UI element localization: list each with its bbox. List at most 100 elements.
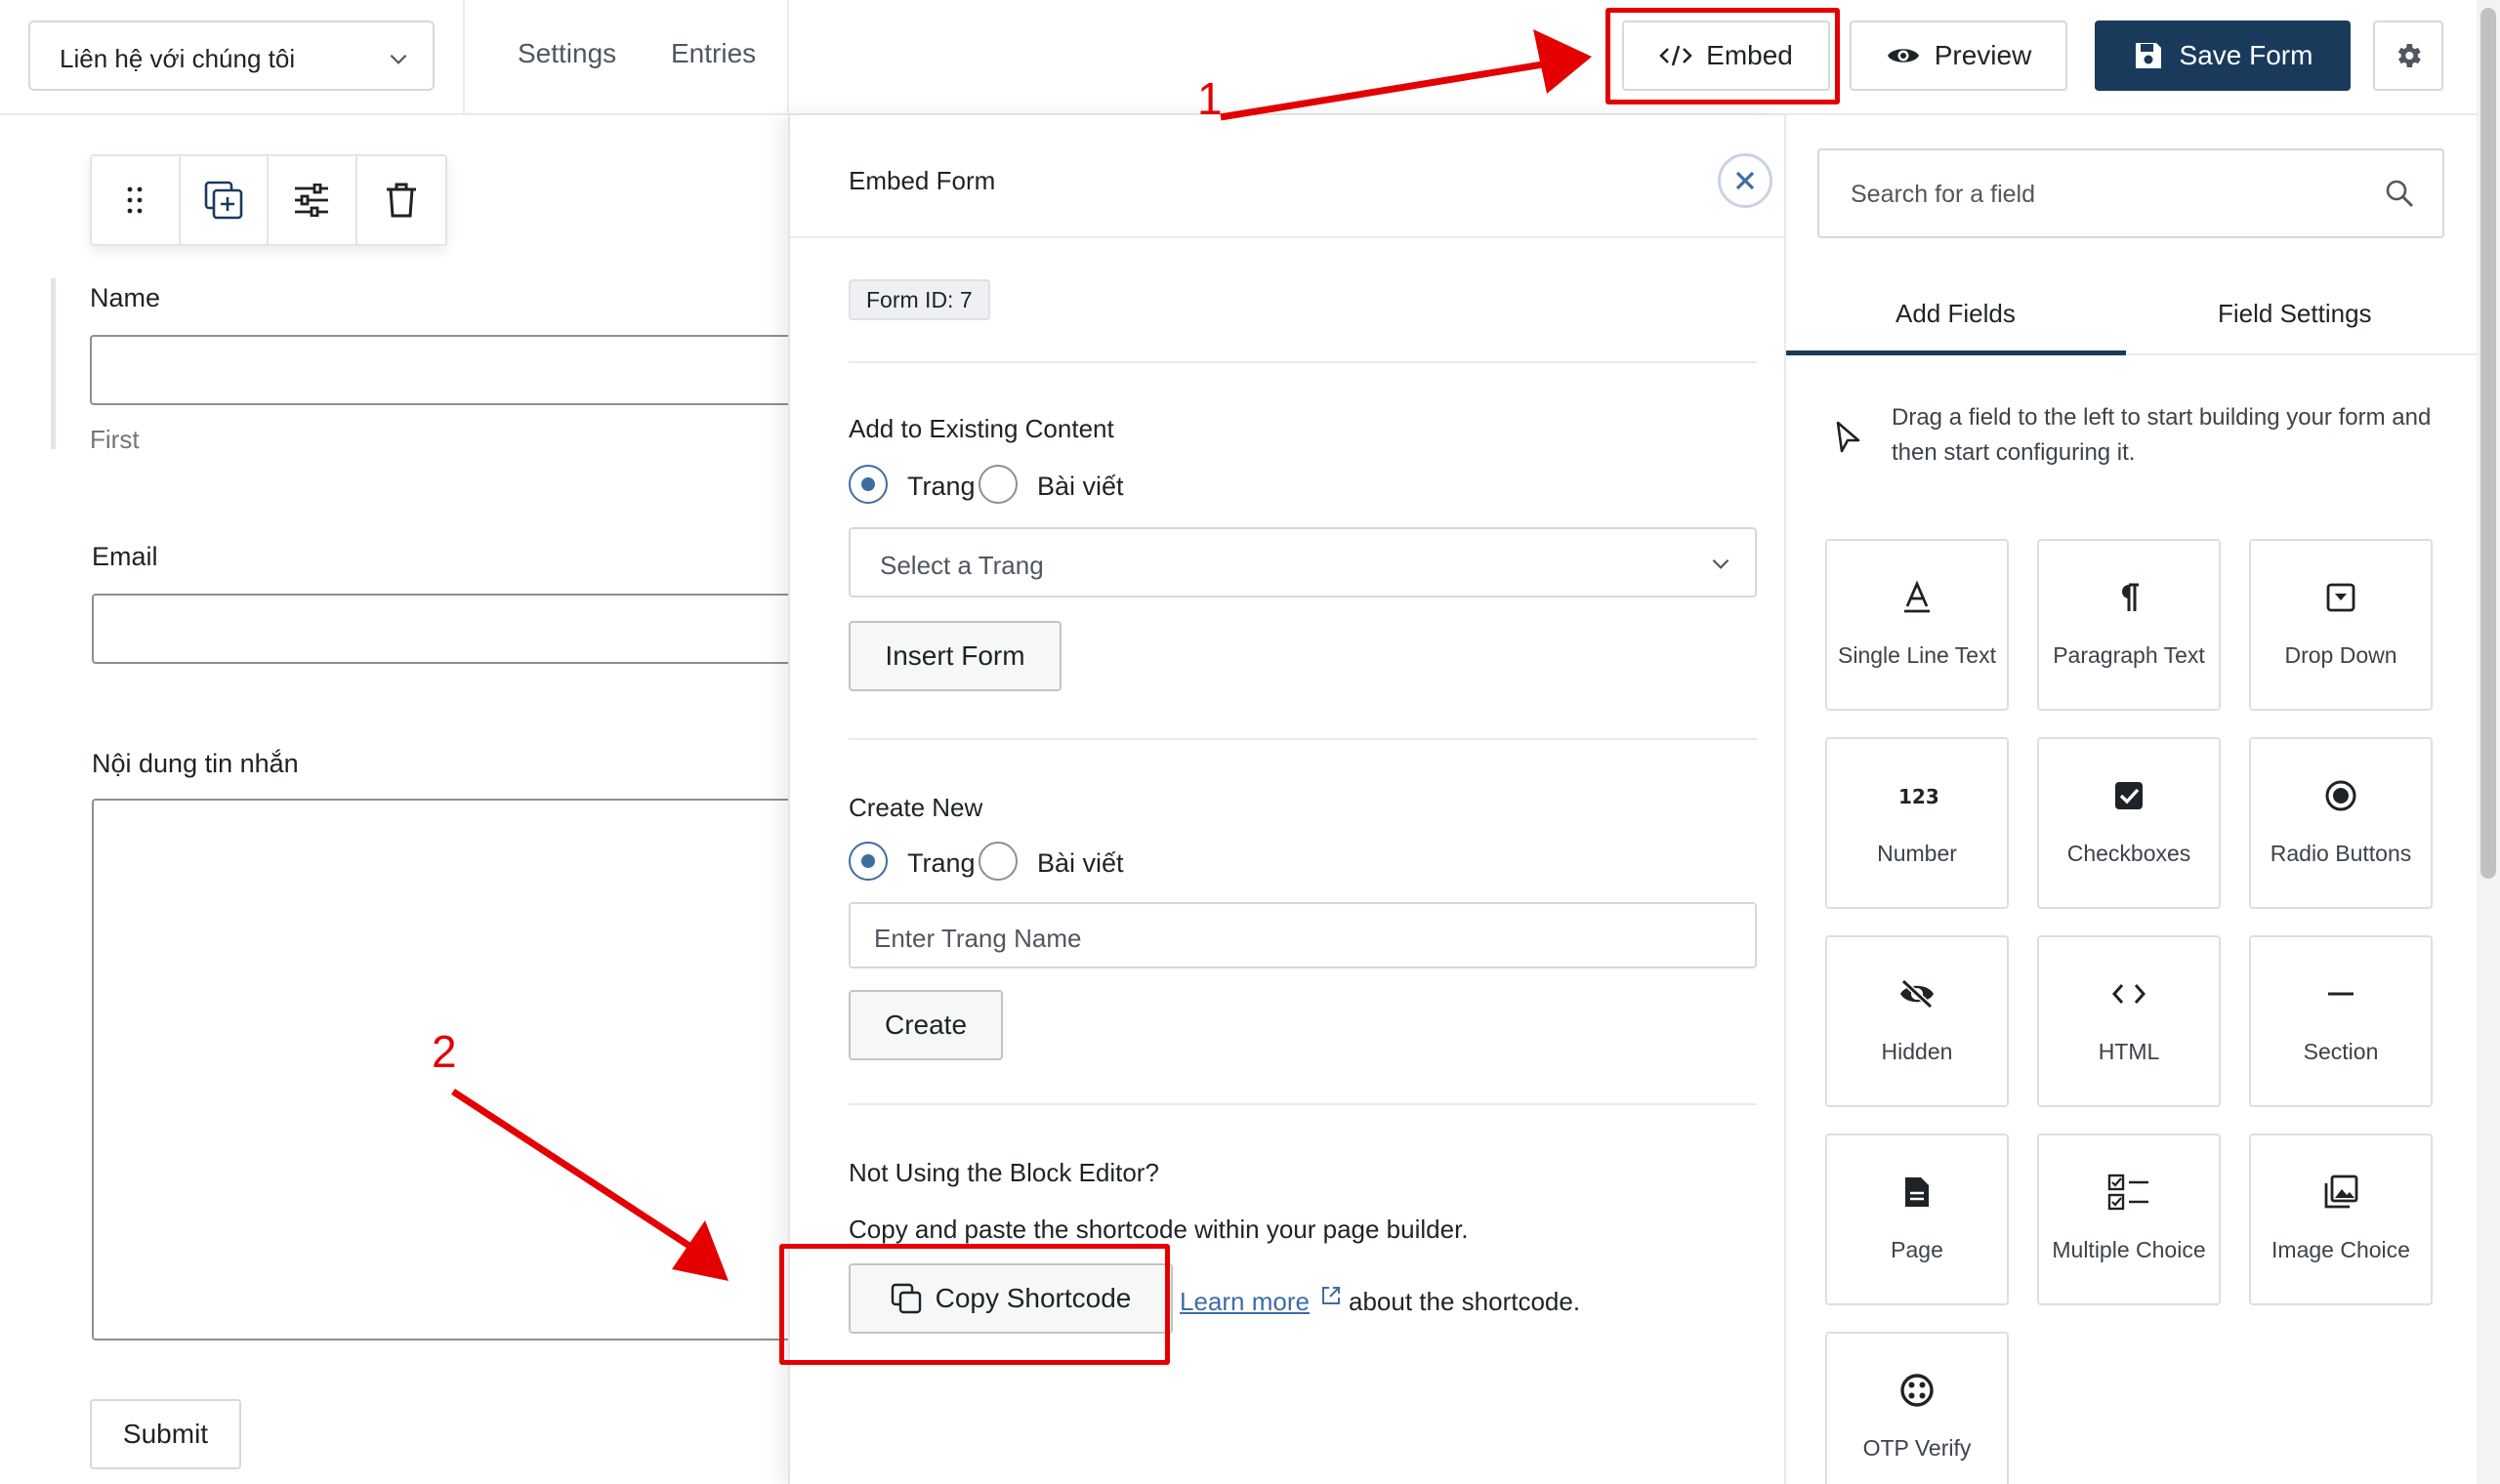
preview-button[interactable]: Preview bbox=[1850, 21, 2067, 91]
field-tile-label: Radio Buttons bbox=[2270, 841, 2412, 866]
tab-add-fields[interactable]: Add Fields bbox=[1896, 299, 2016, 329]
cursor-pointer-icon bbox=[1835, 420, 1862, 455]
chevron-down-icon bbox=[386, 46, 411, 71]
divider bbox=[787, 0, 789, 115]
create-radio-page[interactable] bbox=[849, 842, 888, 881]
page-icon bbox=[1903, 1173, 1931, 1212]
create-button[interactable]: Create bbox=[849, 990, 1003, 1060]
submit-button[interactable]: Submit bbox=[90, 1399, 241, 1469]
trash-icon bbox=[385, 182, 418, 219]
existing-radio-page-label: Trang bbox=[907, 472, 976, 501]
divider bbox=[849, 738, 1757, 740]
learn-more-link[interactable]: Learn more bbox=[1180, 1287, 1310, 1317]
field-options-button[interactable] bbox=[269, 156, 357, 244]
entries-link[interactable]: Entries bbox=[671, 38, 756, 69]
minus-icon bbox=[2326, 974, 2355, 1013]
field-tile-radio-buttons[interactable]: Radio Buttons bbox=[2249, 737, 2433, 909]
field-tile-page[interactable]: Page bbox=[1825, 1134, 2009, 1305]
name-first-input[interactable] bbox=[90, 335, 803, 405]
close-panel-button[interactable] bbox=[1718, 153, 1772, 208]
otp-icon bbox=[1899, 1371, 1935, 1410]
field-tile-single-line-text[interactable]: Single Line Text bbox=[1825, 539, 2009, 711]
scrollbar-thumb[interactable] bbox=[2480, 8, 2496, 879]
form-selector-label: Liên hệ với chúng tôi bbox=[60, 44, 296, 73]
divider bbox=[849, 1103, 1757, 1105]
gear-icon bbox=[2393, 40, 2424, 71]
tab-field-settings[interactable]: Field Settings bbox=[2218, 299, 2372, 329]
embed-button[interactable]: Embed bbox=[1622, 21, 1830, 91]
duplicate-field-button[interactable] bbox=[181, 156, 269, 244]
floppy-disk-icon bbox=[2133, 40, 2164, 71]
number-icon: 123 bbox=[1896, 776, 1938, 815]
text-icon bbox=[1901, 578, 1933, 617]
settings-link[interactable]: Settings bbox=[518, 38, 616, 69]
field-tile-label: Drop Down bbox=[2284, 642, 2397, 668]
existing-radio-page[interactable] bbox=[849, 465, 888, 504]
existing-radio-post[interactable] bbox=[979, 465, 1018, 504]
field-tile-hidden[interactable]: Hidden bbox=[1825, 935, 2009, 1107]
embed-label: Embed bbox=[1706, 40, 1793, 70]
panel-title: Embed Form bbox=[849, 166, 996, 195]
field-tile-label: Paragraph Text bbox=[2053, 642, 2205, 668]
field-sidebar: Search for a field Add Fields Field Sett… bbox=[1784, 115, 2500, 1484]
field-tile-html[interactable]: HTML bbox=[2037, 935, 2221, 1107]
drag-handle[interactable] bbox=[92, 156, 181, 244]
copy-shortcode-label: Copy Shortcode bbox=[935, 1283, 1132, 1313]
embed-form-panel: Embed Form Form ID: 7 Add to Existing Co… bbox=[788, 115, 1786, 1484]
field-tile-label: HTML bbox=[2098, 1039, 2160, 1064]
search-icon bbox=[2384, 178, 2415, 209]
message-field-label: Nội dung tin nhắn bbox=[92, 749, 299, 778]
drag-dots-icon bbox=[125, 185, 145, 216]
code-icon bbox=[1659, 42, 1692, 69]
checkbox-icon bbox=[2113, 776, 2145, 815]
field-search-placeholder: Search for a field bbox=[1851, 181, 2035, 208]
form-selector[interactable]: Liên hệ với chúng tôi bbox=[28, 21, 435, 91]
copy-icon bbox=[891, 1283, 922, 1314]
multiple-choice-icon bbox=[2107, 1173, 2150, 1212]
learn-more-label: Learn more bbox=[1180, 1287, 1310, 1316]
create-radio-post[interactable] bbox=[979, 842, 1018, 881]
insert-form-button[interactable]: Insert Form bbox=[849, 621, 1062, 691]
create-new-heading: Create New bbox=[849, 793, 983, 822]
annotation-number-1: 1 bbox=[1197, 73, 1223, 124]
svg-text:123: 123 bbox=[1898, 785, 1938, 808]
existing-content-heading: Add to Existing Content bbox=[849, 414, 1114, 443]
preview-label: Preview bbox=[1934, 40, 2032, 70]
field-tile-label: Checkboxes bbox=[2066, 841, 2191, 866]
delete-field-button[interactable] bbox=[357, 156, 445, 244]
field-toolbar bbox=[90, 154, 447, 246]
field-tile-number[interactable]: 123 Number bbox=[1825, 737, 2009, 909]
shortcode-description: Copy and paste the shortcode within your… bbox=[849, 1215, 1469, 1244]
field-tile-paragraph-text[interactable]: Paragraph Text bbox=[2037, 539, 2221, 711]
radio-icon bbox=[2324, 776, 2357, 815]
field-tile-drop-down[interactable]: Drop Down bbox=[2249, 539, 2433, 711]
page-name-input[interactable]: Enter Trang Name bbox=[849, 902, 1757, 969]
field-tile-multiple-choice[interactable]: Multiple Choice bbox=[2037, 1134, 2221, 1305]
eye-icon bbox=[1886, 43, 1921, 68]
divider bbox=[463, 0, 465, 115]
select-page-placeholder: Select a Trang bbox=[880, 551, 1044, 580]
selected-field-indicator bbox=[51, 278, 56, 449]
field-tile-section[interactable]: Section bbox=[2249, 935, 2433, 1107]
active-tab-indicator bbox=[1786, 350, 2126, 355]
settings-gear-button[interactable] bbox=[2373, 21, 2443, 91]
sliders-icon bbox=[293, 184, 330, 217]
existing-radio-post-label: Bài viết bbox=[1037, 472, 1124, 501]
field-tile-checkboxes[interactable]: Checkboxes bbox=[2037, 737, 2221, 909]
shortcode-suffix: about the shortcode. bbox=[1349, 1287, 1581, 1316]
first-sub-label: First bbox=[90, 425, 140, 454]
shortcode-heading: Not Using the Block Editor? bbox=[849, 1158, 1159, 1187]
save-form-button[interactable]: Save Form bbox=[2095, 21, 2351, 91]
duplicate-icon bbox=[203, 180, 244, 221]
field-tile-otp-verify[interactable]: OTP Verify bbox=[1825, 1332, 2009, 1484]
select-page-dropdown[interactable]: Select a Trang bbox=[849, 527, 1757, 598]
field-tile-label: Section bbox=[2303, 1039, 2379, 1064]
email-input[interactable] bbox=[92, 594, 803, 664]
copy-shortcode-button[interactable]: Copy Shortcode bbox=[849, 1263, 1173, 1334]
eye-off-icon bbox=[1897, 974, 1937, 1013]
pilcrow-icon bbox=[2117, 578, 2141, 617]
create-radio-post-label: Bài viết bbox=[1037, 848, 1124, 878]
field-tile-image-choice[interactable]: Image Choice bbox=[2249, 1134, 2433, 1305]
close-icon bbox=[1734, 170, 1756, 191]
field-search-input[interactable]: Search for a field bbox=[1817, 148, 2444, 238]
